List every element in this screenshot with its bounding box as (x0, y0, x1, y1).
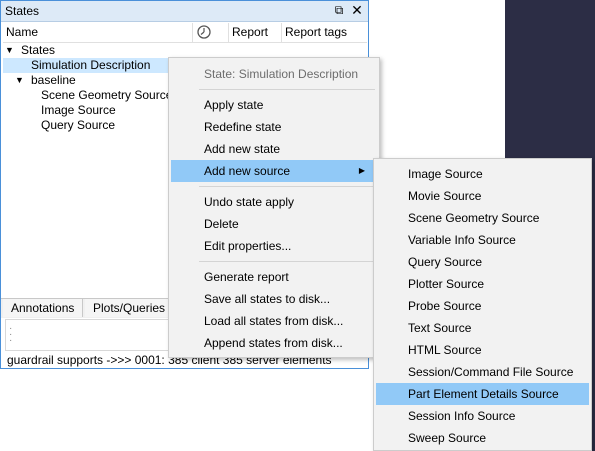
tree-header: Name Report Report tags (3, 23, 367, 43)
menu-item-redefine-state[interactable]: Redefine state (171, 116, 377, 138)
tree-item-label: Scene Geometry Source (41, 88, 173, 102)
submenu-item-image-source[interactable]: Image Source (376, 163, 589, 185)
menu-item-save-all-states[interactable]: Save all states to disk... (171, 288, 377, 310)
tree-item-scene-geometry-source[interactable]: Scene Geometry Source (3, 88, 193, 103)
column-header-report-tags[interactable]: Report tags (282, 23, 367, 42)
panel-title: States (5, 4, 40, 18)
tree-item-label: Query Source (41, 118, 116, 132)
tree-item-baseline[interactable]: ▼ baseline (3, 73, 193, 88)
menu-item-label: Add new source (204, 164, 291, 178)
tree-item-query-source[interactable]: Query Source (3, 118, 193, 133)
tree-item-label: Image Source (41, 103, 116, 117)
submenu-item-sweep-source[interactable]: Sweep Source (376, 427, 589, 449)
submenu-item-variable-info-source[interactable]: Variable Info Source (376, 229, 589, 251)
submenu-item-part-element-details-source[interactable]: Part Element Details Source (376, 383, 589, 405)
submenu-item-scene-geometry-source[interactable]: Scene Geometry Source (376, 207, 589, 229)
float-icon[interactable]: ⧉ (332, 3, 346, 17)
tree-item-image-source[interactable]: Image Source (3, 103, 193, 118)
submenu-arrow-icon: ▶ (358, 166, 365, 175)
context-menu: State: Simulation Description Apply stat… (168, 57, 380, 358)
submenu-item-probe-source[interactable]: Probe Source (376, 295, 589, 317)
tree-item-label: States (21, 43, 56, 57)
menu-separator (199, 261, 375, 262)
column-header-time[interactable] (193, 23, 229, 42)
menu-item-append-states[interactable]: Append states from disk... (171, 332, 377, 354)
menu-header-state: State: Simulation Description (204, 67, 359, 81)
expand-down-icon[interactable]: ▼ (15, 73, 24, 88)
panel-titlebar[interactable]: States ⧉ ✕ (1, 1, 368, 22)
tree-item-states[interactable]: ▼ States (3, 43, 193, 58)
submenu-item-session-command-file-source[interactable]: Session/Command File Source (376, 361, 589, 383)
menu-item-add-new-source[interactable]: Add new source ▶ (171, 160, 377, 182)
grip-icon[interactable]: · · · (9, 324, 13, 346)
menu-item-undo-state-apply[interactable]: Undo state apply (171, 191, 377, 213)
expand-down-icon[interactable]: ▼ (5, 43, 14, 58)
column-header-name[interactable]: Name (3, 23, 193, 42)
close-icon[interactable]: ✕ (350, 2, 364, 18)
submenu-item-movie-source[interactable]: Movie Source (376, 185, 589, 207)
column-header-report[interactable]: Report (229, 23, 282, 42)
tree-item-label: baseline (31, 73, 76, 87)
tab-annotations[interactable]: Annotations (3, 299, 84, 317)
tab-plots-queries[interactable]: Plots/Queries (85, 299, 175, 317)
submenu-item-plotter-source[interactable]: Plotter Source (376, 273, 589, 295)
tree-item-label: Simulation Description (31, 58, 151, 72)
submenu-item-query-source[interactable]: Query Source (376, 251, 589, 273)
clock-icon (197, 25, 211, 39)
menu-item-generate-report[interactable]: Generate report (171, 266, 377, 288)
menu-item-load-all-states[interactable]: Load all states from disk... (171, 310, 377, 332)
menu-separator (199, 186, 375, 187)
menu-item-edit-properties[interactable]: Edit properties... (171, 235, 377, 257)
submenu-item-text-source[interactable]: Text Source (376, 317, 589, 339)
menu-item-add-new-state[interactable]: Add new state (171, 138, 377, 160)
submenu-item-html-source[interactable]: HTML Source (376, 339, 589, 361)
menu-separator (199, 89, 375, 90)
submenu-item-session-info-source[interactable]: Session Info Source (376, 405, 589, 427)
menu-item-delete[interactable]: Delete (171, 213, 377, 235)
add-source-submenu: Image Source Movie Source Scene Geometry… (373, 158, 592, 451)
menu-item-apply-state[interactable]: Apply state (171, 94, 377, 116)
